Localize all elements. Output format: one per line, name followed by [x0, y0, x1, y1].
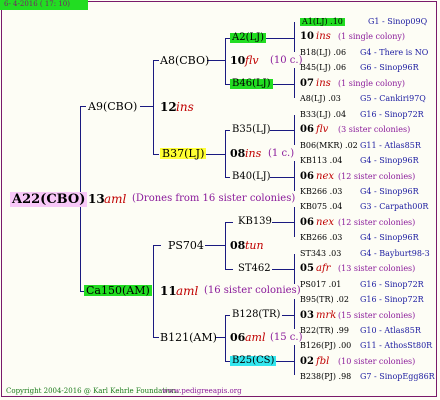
g1-note-1: (16 sister colonies) [204, 285, 301, 296]
root-ins: aml [104, 192, 127, 206]
g4-ins-1: ins [316, 31, 331, 43]
g4-queen-0[interactable]: A1(LJ) .10 [300, 18, 345, 26]
g4-queen-12[interactable]: KB075 .04 [300, 203, 342, 211]
g3-queen-4[interactable]: KB139 [238, 217, 272, 227]
root-queen[interactable]: A22(CBO) [10, 192, 88, 207]
g4-note-22: (10 sister colonies) [338, 356, 416, 366]
g4-origin-14: G4 - Sinop96R [360, 233, 419, 243]
g3-queen-6[interactable]: B128(TR) [232, 310, 280, 320]
g2-num-3: 06 [230, 331, 246, 344]
g4-queen-17[interactable]: PS017 .01 [300, 280, 341, 289]
g1-queen-0[interactable]: A9(CBO) [88, 101, 137, 112]
g4-origin-11: G4 - Sinop96R [360, 186, 419, 196]
root-num: 13 [88, 192, 105, 206]
g4-origin-23: G7 - SinopEgg86R [360, 372, 435, 382]
g2-ins-3: aml [245, 331, 266, 344]
g4-queen-8[interactable]: B06(MKR) .02 [300, 141, 358, 150]
g4-num-4: 07 [300, 77, 314, 89]
g4-queen-6[interactable]: B33(LJ) .04 [300, 110, 346, 119]
g1-ins-0: ins [176, 100, 194, 114]
g3-queen-2[interactable]: B35(LJ) [232, 125, 271, 135]
g4-ins-16: afr [316, 263, 331, 275]
g2-note-3: (15 c.) [270, 332, 303, 343]
g4-queen-9[interactable]: KB113 .04 [300, 157, 342, 165]
g4-queen-2[interactable]: B18(LJ) .06 [300, 48, 346, 57]
g2-queen-2[interactable]: PS704 [168, 240, 204, 251]
g4-origin-9: G4 - Sinop96R [360, 156, 419, 166]
g2-queen-0[interactable]: A8(CBO) [160, 55, 209, 66]
g3-queen-7[interactable]: B25(CS) [230, 356, 277, 366]
g4-origin-8: G11 - Atlas85R [360, 140, 421, 150]
g3-queen-0[interactable]: A2(LJ) [230, 33, 267, 43]
footer-copyright: Copyright 2004-2016 @ Karl Kehrle Founda… [6, 387, 179, 395]
g4-queen-23[interactable]: B238(PJ) .98 [300, 373, 351, 381]
g4-origin-3: G6 - Sinop96R [360, 63, 419, 73]
g3-queen-1[interactable]: B46(LJ) [230, 79, 273, 89]
g4-num-19: 03 [300, 309, 314, 321]
g4-origin-15: G4 - Bayburt98-3 [360, 248, 430, 258]
g4-origin-0: G1 - Sinop09Q [368, 17, 428, 26]
g4-ins-13: nex [316, 216, 334, 228]
root-note: (Drones from 16 sister colonies) [132, 193, 296, 204]
g4-origin-21: G11 - AthosSt80R [360, 341, 433, 351]
footer-url[interactable]: www.pedigreeapis.org [162, 388, 242, 395]
g4-queen-11[interactable]: KB266 .03 [300, 187, 342, 196]
g4-ins-10: nex [316, 170, 334, 182]
g4-origin-6: G16 - Sinop72R [360, 109, 424, 119]
g1-ins-1: aml [176, 284, 199, 298]
g4-num-7: 06 [300, 124, 314, 136]
g2-ins-2: tun [245, 239, 264, 252]
g4-note-16: (13 sister colonies) [338, 264, 416, 274]
g4-note-13: (12 sister colonies) [338, 217, 416, 227]
g4-ins-22: fbl [316, 355, 330, 367]
g1-queen-1[interactable]: Ca150(AM) [84, 285, 152, 296]
g4-queen-5[interactable]: A8(LJ) .03 [300, 95, 341, 103]
g4-origin-17: G16 - Sinop72R [360, 279, 424, 289]
g4-num-13: 06 [300, 216, 314, 228]
g4-queen-3[interactable]: B45(LJ) .06 [300, 64, 346, 72]
g4-queen-20[interactable]: B22(TR) .99 [300, 327, 349, 335]
g2-queen-3[interactable]: B121(AM) [160, 332, 217, 343]
g2-num-1: 08 [230, 147, 246, 160]
g3-queen-3[interactable]: B40(LJ) [232, 172, 271, 182]
g4-origin-20: G10 - Atlas85R [360, 326, 421, 335]
g4-note-1: (1 single colony) [338, 32, 405, 42]
g4-note-19: (15 sister colonies) [338, 310, 416, 320]
g4-ins-4: ins [316, 77, 331, 89]
g4-note-7: (3 sister colonies) [338, 125, 411, 135]
header-date: 6- 4-2016 ( 17: 10) [4, 0, 70, 8]
g4-num-10: 06 [300, 170, 314, 182]
g4-num-1: 10 [300, 31, 314, 43]
g2-num-0: 10 [230, 54, 246, 67]
g1-num-1: 11 [160, 284, 177, 298]
g4-origin-18: G16 - Sinop72R [360, 295, 424, 305]
g2-note-1: (1 c.) [268, 148, 295, 159]
g2-num-2: 08 [230, 239, 246, 252]
g4-queen-21[interactable]: B126(PJ) .00 [300, 342, 351, 350]
g1-num-0: 12 [160, 100, 177, 114]
g4-ins-7: flv [316, 124, 329, 136]
g4-note-10: (12 sister colonies) [338, 171, 416, 181]
g4-origin-5: G5 - Cankiri97Q [360, 94, 426, 104]
g4-origin-12: G3 - Carpath00R [360, 202, 429, 212]
g4-ins-19: mrk [316, 309, 337, 321]
g2-ins-0: flv [245, 54, 259, 67]
g2-ins-1: ins [245, 147, 262, 160]
g4-queen-15[interactable]: ST343 .03 [300, 249, 341, 258]
g4-note-4: (1 single colony) [338, 78, 405, 88]
g4-queen-14[interactable]: KB266 .03 [300, 234, 342, 242]
g4-num-16: 05 [300, 263, 314, 275]
g4-origin-2: G4 - There is NO [360, 47, 429, 57]
g3-queen-5[interactable]: ST462 [238, 264, 271, 274]
g4-queen-18[interactable]: B95(TR) .02 [300, 296, 349, 304]
g2-queen-1[interactable]: B37(LJ) [160, 148, 207, 159]
g4-num-22: 02 [300, 355, 314, 367]
g2-note-0: (10 c.) [270, 55, 303, 66]
